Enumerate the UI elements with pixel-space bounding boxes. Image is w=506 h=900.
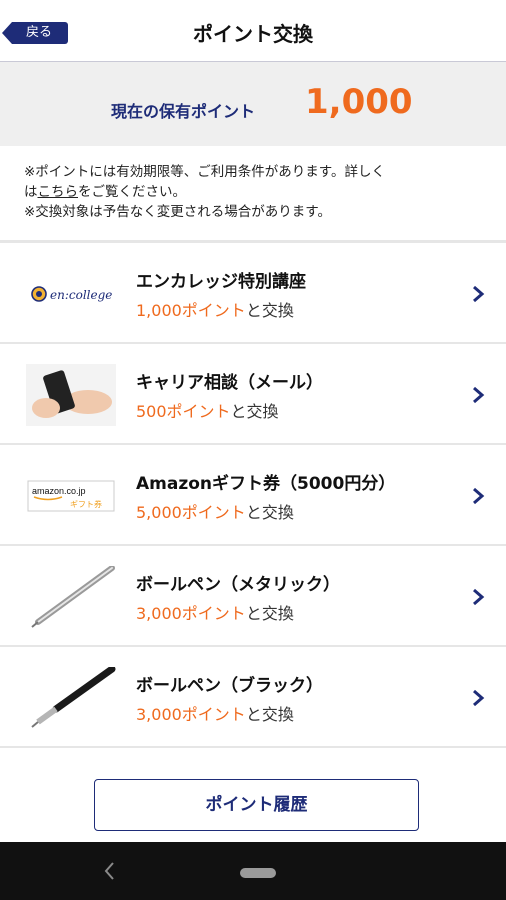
exchange-item-pen-metallic[interactable]: ボールペン（メタリック） 3,000ポイントと交換 xyxy=(0,546,506,647)
note-line-3: ※交換対象は予告なく変更される場合があります。 xyxy=(24,204,331,220)
chevron-right-icon xyxy=(473,689,485,707)
note-line-2-prefix: は xyxy=(24,184,38,200)
item-points-suffix: と交換 xyxy=(245,301,294,320)
nav-back-icon[interactable] xyxy=(100,860,120,882)
item-points-suffix: と交換 xyxy=(230,402,279,421)
exchange-item-amazon-gift[interactable]: amazon.co.jp ギフト券 Amazonギフト券（5000円分） 5,0… xyxy=(0,445,506,546)
item-points-value: 500ポイント xyxy=(136,402,231,421)
item-points-suffix: と交換 xyxy=(245,503,294,522)
point-history-button[interactable]: ポイント履歴 xyxy=(94,779,419,831)
amazon-logo-text: amazon.co.jp xyxy=(32,486,86,496)
item-points-suffix: と交換 xyxy=(245,705,294,724)
chevron-right-icon xyxy=(473,588,485,606)
metallic-pen-thumbnail xyxy=(31,566,115,628)
note-line-2: はこちらをご覧ください。 xyxy=(24,182,494,202)
exchange-item-pen-black[interactable]: ボールペン（ブラック） 3,000ポイントと交換 xyxy=(0,647,506,748)
item-title: Amazonギフト券（5000円分） xyxy=(136,474,396,494)
item-points: 500ポイントと交換 xyxy=(136,398,279,422)
encollege-logo-thumbnail: en:college xyxy=(31,286,112,302)
item-points-value: 3,000ポイント xyxy=(136,705,246,724)
chevron-right-icon xyxy=(473,285,485,303)
note-line-2-suffix: をご覧ください。 xyxy=(78,184,186,200)
exchange-item-career-consult[interactable]: キャリア相談（メール） 500ポイントと交換 xyxy=(0,344,506,445)
chevron-right-icon xyxy=(473,386,485,404)
chevron-right-icon xyxy=(473,487,485,505)
item-points: 3,000ポイントと交換 xyxy=(136,701,294,725)
encollege-logo-text: en:college xyxy=(50,288,112,302)
current-points-label: 現在の保有ポイント xyxy=(111,102,256,121)
item-points-suffix: と交換 xyxy=(245,604,294,623)
system-navigation-bar xyxy=(0,842,506,900)
terms-link[interactable]: こちら xyxy=(38,184,79,200)
item-points: 1,000ポイントと交換 xyxy=(136,297,294,321)
item-points-value: 3,000ポイント xyxy=(136,604,246,623)
terms-notes: ※ポイントには有効期限等、ご利用条件があります。詳しく はこちらをご覧ください。… xyxy=(24,162,494,222)
note-line-1: ※ポイントには有効期限等、ご利用条件があります。詳しく xyxy=(24,164,385,180)
page-title: ポイント交換 xyxy=(193,22,313,46)
item-points-value: 5,000ポイント xyxy=(136,503,246,522)
item-title: ボールペン（ブラック） xyxy=(136,676,323,696)
amazon-gift-card-thumbnail: amazon.co.jp ギフト券 xyxy=(27,480,115,512)
item-points-value: 1,000ポイント xyxy=(136,301,246,320)
item-title: エンカレッジ特別講座 xyxy=(136,272,306,292)
current-points-value: 1,000 xyxy=(305,82,413,122)
item-title: ボールペン（メタリック） xyxy=(136,575,340,595)
current-points-panel: 現在の保有ポイント 1,000 xyxy=(0,62,506,146)
item-points: 5,000ポイントと交換 xyxy=(136,499,294,523)
black-pen-thumbnail xyxy=(31,667,116,728)
exchange-list: en:college エンカレッジ特別講座 1,000ポイントと交換 キャリア相… xyxy=(0,240,506,748)
smartphone-hands-thumbnail xyxy=(26,364,116,426)
app-header: 戻る ポイント交換 xyxy=(0,0,506,62)
nav-home-pill-icon[interactable] xyxy=(240,868,276,878)
gift-card-text: ギフト券 xyxy=(70,499,102,509)
exchange-item-encollege[interactable]: en:college エンカレッジ特別講座 1,000ポイントと交換 xyxy=(0,243,506,344)
item-points: 3,000ポイントと交換 xyxy=(136,600,294,624)
item-title: キャリア相談（メール） xyxy=(136,373,323,393)
